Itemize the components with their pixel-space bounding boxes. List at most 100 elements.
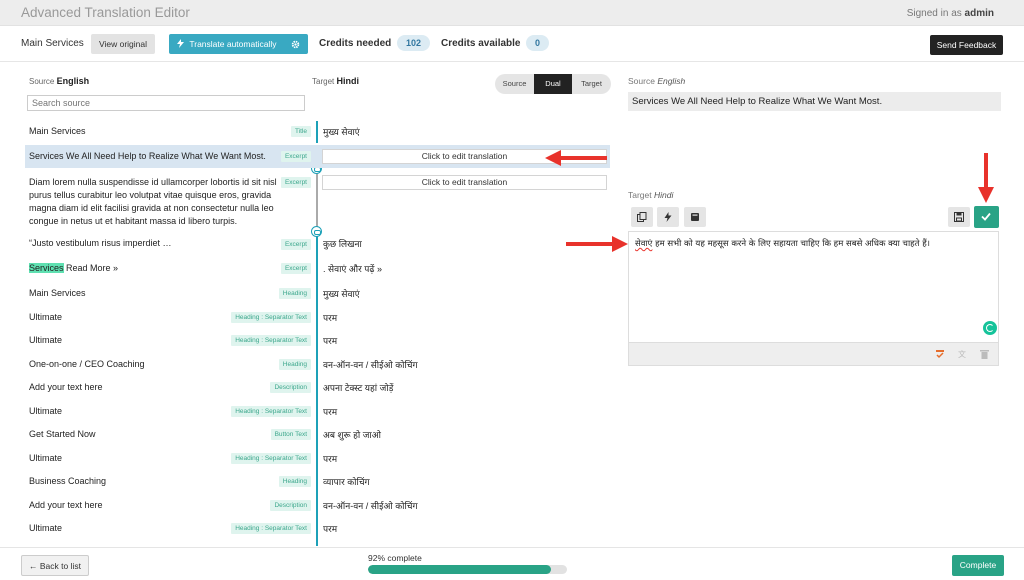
row-source-text: Get Started Now	[29, 429, 96, 439]
row-type-tag: Heading	[278, 288, 311, 299]
back-to-list-button[interactable]: ← Back to list	[21, 555, 89, 576]
trash-icon[interactable]	[980, 349, 989, 359]
lightning-icon	[177, 39, 184, 48]
editor-toolbar: Main Services View original Translate au…	[0, 26, 1024, 62]
translate-icon[interactable]: 文	[958, 349, 968, 359]
highlighted-word: Services	[29, 263, 64, 273]
book-icon	[691, 213, 699, 221]
complete-button[interactable]: Complete	[952, 555, 1004, 576]
footer-bar	[0, 547, 1024, 580]
app-title: Advanced Translation Editor	[21, 5, 190, 20]
row-target-text[interactable]: अपना टेक्स्ट यहां जोड़ें	[323, 381, 393, 394]
row-target-text[interactable]: परम	[323, 452, 337, 465]
translation-row[interactable]: Get Started Now Button Text अब शुरू हो ज…	[25, 428, 610, 442]
view-dual-option[interactable]: Dual	[534, 74, 572, 94]
translate-automatically-label: Translate automatically	[189, 39, 277, 49]
translation-row[interactable]: Services Read More » Excerpt . सेवाएं और…	[25, 262, 610, 276]
translation-row[interactable]: Ultimate Heading : Separator Text परम	[25, 522, 610, 536]
spellcheck-icon[interactable]	[935, 349, 945, 359]
translation-row[interactable]: Main Services Heading मुख्य सेवाएं	[25, 287, 610, 301]
row-source-text: “Justo vestibulum risus imperdiet …	[29, 238, 172, 248]
row-target-text[interactable]: परम	[323, 334, 337, 347]
machine-translate-button[interactable]	[657, 207, 679, 227]
translation-row[interactable]: “Justo vestibulum risus imperdiet … Exce…	[25, 237, 610, 251]
glossary-button[interactable]	[684, 207, 706, 227]
row-source-text: Main Services	[29, 288, 86, 298]
target-label: Target	[312, 77, 335, 86]
translation-row[interactable]: Ultimate Heading : Separator Text परम	[25, 311, 610, 325]
row-type-tag: Excerpt	[280, 151, 311, 162]
translation-row[interactable]: Add your text here Description वन-ऑन-वन …	[25, 499, 610, 513]
page-name: Main Services	[21, 38, 84, 49]
row-type-tag: Button Text	[270, 429, 311, 440]
source-label: Source	[29, 77, 55, 86]
translation-row-selected[interactable]: Services We All Need Help to Realize Wha…	[25, 145, 610, 168]
row-source-text: Business Coaching	[29, 476, 107, 486]
translation-row[interactable]: Diam lorem nulla suspendisse id ullamcor…	[25, 174, 610, 230]
row-source-text: Ultimate	[29, 335, 63, 345]
row-type-tag: Heading : Separator Text	[231, 312, 311, 323]
row-target-text[interactable]: वन-ऑन-वन / सीईओ कोचिंग	[323, 499, 418, 512]
translate-automatically-button[interactable]: Translate automatically	[169, 34, 308, 54]
send-feedback-button[interactable]: Send Feedback	[930, 35, 1003, 55]
row-target-text[interactable]: व्यापार कोचिंग	[323, 475, 370, 488]
row-source-text: One-on-one / CEO Coaching	[29, 359, 145, 369]
translation-row[interactable]: Ultimate Heading : Separator Text परम	[25, 334, 610, 348]
row-type-tag: Excerpt	[280, 263, 311, 274]
row-target-text[interactable]: परम	[323, 311, 337, 324]
row-source-text: Services Read More »	[29, 262, 118, 275]
row-type-tag: Excerpt	[280, 177, 311, 188]
copy-icon	[637, 212, 647, 222]
row-target-text[interactable]: . सेवाएं और पढ़ें »	[323, 262, 382, 275]
row-type-tag: Heading : Separator Text	[231, 453, 311, 464]
copy-source-button[interactable]	[631, 207, 653, 227]
confirm-translation-button[interactable]	[974, 206, 999, 228]
translation-row[interactable]: Add your text here Description अपना टेक्…	[25, 381, 610, 395]
row-target-text[interactable]: परम	[323, 522, 337, 535]
row-type-tag: Heading	[278, 476, 311, 487]
detail-target-header: Target Hindi	[628, 190, 673, 200]
translation-row[interactable]: One-on-one / CEO Coaching Heading वन-ऑन-…	[25, 358, 610, 372]
row-target-text[interactable]: मुख्य सेवाएं	[323, 287, 360, 300]
click-to-edit-translation[interactable]: Click to edit translation	[322, 175, 607, 190]
row-type-tag: Title	[290, 126, 311, 137]
credits-available-badge: 0	[526, 35, 549, 51]
row-target-text[interactable]: अब शुरू हो जाओ	[323, 428, 381, 441]
translation-row[interactable]: Ultimate Heading : Separator Text परम	[25, 452, 610, 466]
user-name[interactable]: admin	[965, 8, 994, 19]
row-target-text[interactable]: परम	[323, 405, 337, 418]
translation-row[interactable]: Business Coaching Heading व्यापार कोचिंग	[25, 475, 610, 489]
editor-text: हम सभी को यह महसूस करने के लिए सहायता चा…	[652, 239, 930, 249]
grammarly-icon[interactable]	[983, 321, 997, 335]
row-type-tag: Heading : Separator Text	[231, 406, 311, 417]
target-language: Hindi	[336, 76, 359, 86]
checkmark-icon	[981, 212, 991, 221]
row-type-tag: Description	[270, 500, 311, 511]
editor-footer: 文	[628, 343, 999, 366]
annotation-arrow-icon	[978, 153, 994, 203]
row-source-text: Ultimate	[29, 523, 63, 533]
row-target-text[interactable]: कुछ लिखना	[323, 237, 362, 250]
signed-in-indicator: Signed in as admin	[907, 8, 994, 19]
translation-row[interactable]: Ultimate Heading : Separator Text परम	[25, 405, 610, 419]
row-source-text: Ultimate	[29, 406, 63, 416]
app-header: Advanced Translation Editor Signed in as…	[0, 0, 1024, 26]
row-target-text[interactable]: वन-ऑन-वन / सीईओ कोचिंग	[323, 358, 418, 371]
row-type-tag: Heading : Separator Text	[231, 523, 311, 534]
translation-row[interactable]: Main Services Title मुख्य सेवाएं	[25, 121, 610, 143]
view-source-option[interactable]: Source	[495, 74, 534, 94]
detail-source-text: Services We All Need Help to Realize Wha…	[628, 92, 1001, 111]
view-original-button[interactable]: View original	[91, 34, 155, 54]
translation-editor[interactable]: सेवाएं हम सभी को यह महसूस करने के लिए सह…	[628, 231, 999, 343]
view-mode-toggle: Source Dual Target	[495, 74, 611, 94]
detail-source-header: Source English	[628, 76, 685, 86]
gear-icon[interactable]	[291, 40, 300, 49]
view-target-option[interactable]: Target	[572, 74, 611, 94]
row-source-text: Services We All Need Help to Realize Wha…	[29, 151, 266, 161]
save-button[interactable]	[948, 207, 970, 227]
row-type-tag: Heading : Separator Text	[231, 335, 311, 346]
target-column-header: Target Hindi	[312, 76, 359, 86]
row-source-text: Ultimate	[29, 453, 63, 463]
row-target-text[interactable]: मुख्य सेवाएं	[323, 125, 360, 138]
search-source-input[interactable]	[27, 95, 305, 111]
